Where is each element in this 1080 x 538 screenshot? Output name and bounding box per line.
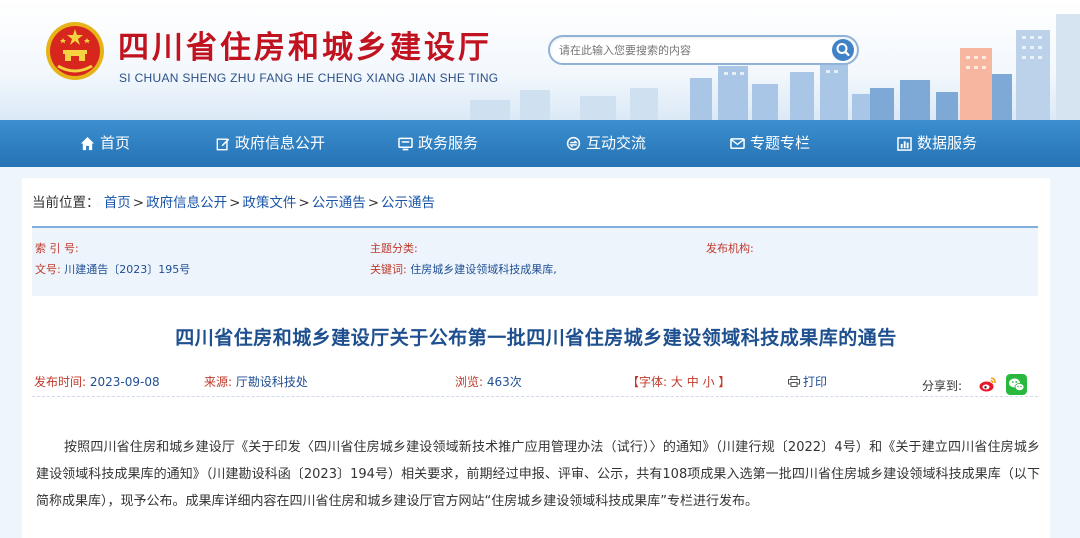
printer-icon bbox=[788, 376, 800, 387]
meta-doc-no: 文号: 川建通告〔2023〕195号 bbox=[35, 261, 190, 277]
weibo-icon[interactable] bbox=[977, 374, 998, 395]
content-panel: 当前位置： 首页 > 政府信息公开 > 政策文件 > 公示通告 > 公示通告 索 引 号: 文号… bbox=[22, 178, 1050, 538]
nav-item-label: 专题专栏 bbox=[750, 134, 811, 152]
chart-icon bbox=[897, 136, 912, 151]
font-size-large-button[interactable]: 大 bbox=[671, 375, 683, 389]
breadcrumb-link-gov-info[interactable]: 政府信息公开 bbox=[146, 195, 227, 211]
breadcrumb-link-policy[interactable]: 政策文件 bbox=[242, 195, 296, 211]
meta-keywords-label: 关键词: bbox=[370, 263, 407, 276]
meta-index: 索 引 号: bbox=[35, 240, 79, 256]
breadcrumb-link-notices-current[interactable]: 公示通告 bbox=[381, 195, 435, 211]
font-size-control: 【字体: 大 中 小 】 bbox=[627, 373, 730, 390]
font-size-medium-button[interactable]: 中 bbox=[687, 375, 699, 389]
search-box bbox=[548, 35, 859, 65]
article-views-value: 463次 bbox=[486, 375, 522, 389]
nav-item-gov-services[interactable]: 政务服务 bbox=[398, 120, 478, 167]
breadcrumb-separator: > bbox=[132, 195, 145, 211]
nav-item-data-services[interactable]: 数据服务 bbox=[897, 120, 977, 167]
meta-topic-label: 主题分类: bbox=[370, 242, 418, 255]
exchange-icon bbox=[566, 136, 581, 151]
meta-publisher: 发布机构: bbox=[706, 240, 754, 256]
national-emblem-icon[interactable] bbox=[44, 20, 106, 82]
nav-item-gov-info[interactable]: 政府信息公开 bbox=[216, 120, 325, 167]
breadcrumb-separator: > bbox=[298, 195, 310, 211]
article-views: 浏览: 463次 bbox=[455, 373, 522, 390]
site-title[interactable]: 四川省住房和城乡建设厅 bbox=[118, 22, 492, 67]
share-label: 分享到: bbox=[922, 379, 963, 393]
site-header: 四川省住房和城乡建设厅 SI CHUAN SHENG ZHU FANG HE C… bbox=[0, 0, 1080, 120]
breadcrumb-separator: > bbox=[229, 195, 241, 211]
nav-item-label: 政府信息公开 bbox=[235, 134, 326, 152]
article-date-label: 发布时间: bbox=[34, 375, 87, 389]
breadcrumb-prefix: 当前位置： bbox=[32, 195, 100, 211]
article-source: 来源: 厅勘设科技处 bbox=[204, 373, 308, 390]
nav-item-label: 政务服务 bbox=[418, 134, 479, 152]
article-date-value: 2023-09-08 bbox=[89, 375, 160, 389]
article-views-label: 浏览: bbox=[455, 375, 484, 389]
breadcrumb-link-notices[interactable]: 公示通告 bbox=[312, 195, 366, 211]
meta-topic: 主题分类: bbox=[370, 240, 418, 256]
font-size-small-button[interactable]: 小 bbox=[703, 375, 715, 389]
print-button[interactable]: 打印 bbox=[788, 373, 827, 390]
main-nav: 首页 政府信息公开 政务服务 互动交流 专题专栏 数据服务 bbox=[0, 120, 1080, 167]
article-date: 发布时间: 2023-09-08 bbox=[34, 373, 160, 390]
envelope-icon bbox=[730, 138, 745, 149]
nav-item-topics[interactable]: 专题专栏 bbox=[730, 120, 810, 167]
magnifier-icon[interactable] bbox=[831, 38, 855, 62]
article-source-label: 来源: bbox=[204, 375, 233, 389]
meta-publisher-label: 发布机构: bbox=[706, 242, 754, 255]
nav-item-label: 首页 bbox=[100, 134, 131, 152]
font-size-close: 】 bbox=[718, 375, 731, 389]
meta-doc-no-label: 文号: bbox=[35, 263, 61, 276]
site-pinyin: SI CHUAN SHENG ZHU FANG HE CHENG XIANG J… bbox=[119, 71, 499, 85]
meta-index-label: 索 引 号: bbox=[35, 242, 79, 255]
search-input[interactable] bbox=[559, 41, 829, 59]
meta-keywords-value: 住房城乡建设领域科技成果库, bbox=[410, 263, 557, 276]
print-label: 打印 bbox=[803, 375, 828, 389]
meta-keywords: 关键词: 住房城乡建设领域科技成果库, bbox=[370, 261, 557, 277]
font-size-open: 【字体: bbox=[627, 375, 668, 389]
nav-item-label: 互动交流 bbox=[586, 134, 647, 152]
article-body: 按照四川省住房和城乡建设厅《关于印发〈四川省住房城乡建设领域新技术推广应用管理办… bbox=[36, 440, 1040, 509]
wechat-icon[interactable] bbox=[1006, 374, 1027, 395]
article-title: 四川省住房和城乡建设厅关于公布第一批四川省住房城乡建设领域科技成果库的通告 bbox=[175, 327, 897, 349]
meta-doc-no-value: 川建通告〔2023〕195号 bbox=[64, 263, 191, 276]
breadcrumb: 当前位置： 首页 > 政府信息公开 > 政策文件 > 公示通告 > 公示通告 bbox=[32, 191, 435, 211]
divider bbox=[32, 396, 1038, 397]
nav-item-label: 数据服务 bbox=[917, 134, 978, 152]
document-meta-box: 索 引 号: 文号: 川建通告〔2023〕195号 主题分类: 关键词: 住房城… bbox=[32, 226, 1038, 296]
monitor-icon bbox=[398, 137, 413, 150]
home-icon bbox=[80, 136, 95, 151]
edit-icon bbox=[216, 137, 230, 150]
article-source-value: 厅勘设科技处 bbox=[235, 375, 308, 389]
nav-item-home[interactable]: 首页 bbox=[80, 120, 130, 167]
breadcrumb-link-home[interactable]: 首页 bbox=[104, 195, 131, 211]
nav-item-interaction[interactable]: 互动交流 bbox=[566, 120, 646, 167]
breadcrumb-separator: > bbox=[367, 195, 380, 211]
